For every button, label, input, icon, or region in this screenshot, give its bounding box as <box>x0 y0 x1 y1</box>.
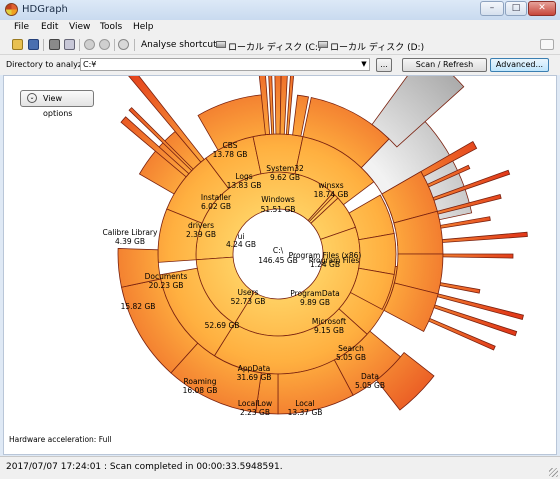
back-icon[interactable] <box>84 39 95 50</box>
status-bar: 2017/07/07 17:24:01 : Scan completed in … <box>0 456 560 479</box>
segment-size: 51.51 GB <box>261 205 296 214</box>
segment-size: 2.39 GB <box>186 230 216 239</box>
toolbar-separator <box>43 39 44 51</box>
print-preview-icon[interactable] <box>64 39 75 50</box>
segment-label: Documents <box>145 272 188 281</box>
toolbar-separator <box>134 39 135 51</box>
window-title: HDGraph <box>22 4 68 15</box>
app-icon <box>5 3 18 16</box>
segment-size: 5.05 GB <box>336 353 366 362</box>
toolbar-separator <box>114 39 115 51</box>
segment-size: 5.05 GB <box>355 381 385 390</box>
segment-size: 9.15 GB <box>314 326 344 335</box>
help-icon[interactable] <box>118 39 129 50</box>
segment-label: Windows <box>261 195 295 204</box>
scan-refresh-label: Scan / Refresh <box>415 60 474 69</box>
segment-size: 2.23 GB <box>240 408 270 417</box>
root-label: C:\ <box>273 246 284 255</box>
print-icon[interactable] <box>49 39 60 50</box>
segment-size: 18.74 GB <box>314 190 349 199</box>
segment-size: 16.08 GB <box>183 386 218 395</box>
segment-label: Search <box>338 344 364 353</box>
close-button[interactable]: ✕ <box>528 1 556 16</box>
segment-label: Installer <box>201 193 232 202</box>
segment-label: System32 <box>266 164 304 173</box>
segment-size: 9.62 GB <box>270 173 300 182</box>
title-bar: HDGraph – □ ✕ <box>0 0 560 21</box>
segment-size: 6.02 GB <box>201 202 231 211</box>
segment-label: winsxs <box>318 181 343 190</box>
menu-view[interactable]: View <box>69 22 90 32</box>
segment-label: drivers <box>188 221 214 230</box>
toolbar: Analyse shortcuts: ローカル ディスク (C:) ローカル デ… <box>0 36 560 55</box>
menu-bar: File Edit View Tools Help <box>0 20 560 36</box>
segment-label: AppData <box>238 364 271 373</box>
segment-label: Data <box>361 372 379 381</box>
sunburst-chart[interactable]: C:\ 146.45 GB Windows 51.51 GB Users 52.… <box>4 76 557 455</box>
drive-c-shortcut[interactable]: ローカル ディスク (C:) <box>228 40 321 53</box>
directory-input[interactable]: C:¥ ▼ <box>80 58 370 71</box>
segment-size: 9.89 GB <box>300 298 330 307</box>
forward-icon[interactable] <box>99 39 110 50</box>
segment-size: 52.73 GB <box>231 297 266 306</box>
segment-label: ProgramData <box>290 289 340 298</box>
segment-size: 13.78 GB <box>213 150 248 159</box>
resize-grip[interactable] <box>549 468 558 477</box>
segment-size: 15.82 GB <box>121 302 156 311</box>
menu-file[interactable]: File <box>14 22 29 32</box>
segment-label: Logs <box>235 172 252 181</box>
scan-refresh-button[interactable]: Scan / Refresh <box>402 58 487 72</box>
analyse-shortcuts-label: Analyse shortcuts: <box>141 40 225 50</box>
toolbar-overflow-icon[interactable] <box>540 39 554 50</box>
menu-help[interactable]: Help <box>133 22 154 32</box>
hardware-acceleration-label: Hardware acceleration: Full <box>9 435 112 444</box>
menu-edit[interactable]: Edit <box>41 22 58 32</box>
drive-c-icon <box>216 41 226 48</box>
toolbar-separator <box>79 39 80 51</box>
menu-tools[interactable]: Tools <box>100 22 122 32</box>
segment-programdata-child[interactable] <box>358 233 397 275</box>
drive-d-shortcut[interactable]: ローカル ディスク (D:) <box>330 40 424 53</box>
segment-label: LocalLow <box>238 399 272 408</box>
segment-label: Calibre Library <box>103 228 158 237</box>
save-icon[interactable] <box>28 39 39 50</box>
advanced-button[interactable]: Advanced... <box>490 58 549 72</box>
segment-size: 31.69 GB <box>237 373 272 382</box>
chevron-down-icon[interactable]: ▼ <box>359 59 369 70</box>
status-text: 2017/07/07 17:24:01 : Scan completed in … <box>6 462 283 472</box>
segment-size: 4.24 GB <box>226 240 256 249</box>
directory-value: C:¥ <box>83 60 97 69</box>
segment-label: Program Files <box>309 256 360 265</box>
browse-button[interactable]: ... <box>376 58 392 72</box>
segment-label: Microsoft <box>312 317 346 326</box>
segment-label: Local <box>295 399 314 408</box>
segment-size: 20.23 GB <box>149 281 184 290</box>
open-icon[interactable] <box>12 39 23 50</box>
segment-label: CBS <box>222 141 237 150</box>
segment-label: Users <box>237 288 258 297</box>
segment-size: 13.83 GB <box>227 181 262 190</box>
address-bar: Directory to analyze : C:¥ ▼ ... Scan / … <box>0 55 560 75</box>
drive-d-icon <box>318 41 328 48</box>
segment-size: 13.37 GB <box>288 408 323 417</box>
segment-size: 4.39 GB <box>115 237 145 246</box>
minimize-button[interactable]: – <box>480 1 504 16</box>
maximize-button[interactable]: □ <box>505 1 527 16</box>
graph-canvas[interactable]: ⌄ View options C:\ 146.45 GB Windows 51.… <box>3 75 557 455</box>
segment-label: Roaming <box>184 377 217 386</box>
sunburst-wedges[interactable] <box>117 76 528 415</box>
segment-size: 52.69 GB <box>205 321 240 330</box>
